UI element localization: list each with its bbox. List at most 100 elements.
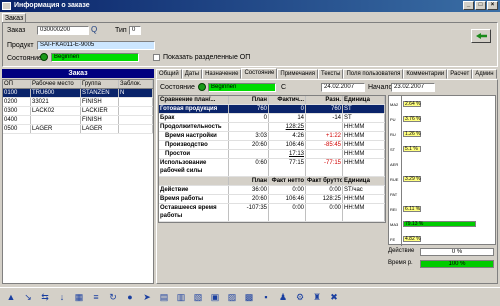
calendar-icon[interactable]: ▥: [174, 290, 188, 304]
table-row[interactable]: Простои 17:13 HH:MM: [159, 150, 385, 159]
cell: Готовая продукция: [159, 105, 229, 113]
go-button[interactable]: [471, 29, 491, 43]
chart-category-label: REI: [390, 207, 397, 212]
state-code: C: [281, 84, 287, 91]
export-icon[interactable]: ▪: [259, 290, 273, 304]
tab-notes[interactable]: Примечания: [277, 69, 319, 79]
tab-general[interactable]: Общий: [156, 69, 182, 79]
order-field[interactable]: 030000200: [37, 26, 89, 35]
chart-bar: 2.64 %: [403, 101, 421, 107]
cell: -14: [306, 114, 343, 122]
cell: FINISH: [81, 116, 119, 124]
grid-icon[interactable]: ▤: [157, 290, 171, 304]
tool-icon[interactable]: ↓: [55, 290, 69, 304]
users-icon[interactable]: ♟: [276, 290, 290, 304]
col-header[interactable]: Единица: [343, 177, 385, 185]
tab-calculation[interactable]: Расчет: [447, 69, 473, 79]
table-row[interactable]: Оставшееся время работы -107:35 0:00 0:00 HH…: [159, 204, 385, 222]
col-header[interactable]: Рабочее место: [31, 80, 81, 88]
layers-icon[interactable]: ≡: [89, 290, 103, 304]
tool-icon[interactable]: ↘: [21, 290, 35, 304]
refresh-icon[interactable]: ↻: [106, 290, 120, 304]
table-row[interactable]: Использование рабочей силы 0:60 77:15 -77:1…: [159, 159, 385, 177]
table-row[interactable]: Готовая продукция 760 0 760 ST: [159, 105, 385, 114]
tab-dates[interactable]: Даты: [181, 69, 203, 79]
arrow-icon[interactable]: ➤: [140, 290, 154, 304]
cell: 0: [269, 105, 306, 113]
split-icon[interactable]: ⇆: [38, 290, 52, 304]
close-button[interactable]: ×: [487, 1, 498, 10]
table-row[interactable]: Продолжительность 128:25 HH:MM: [159, 123, 385, 132]
show-split-label: Показать разделенные ОП: [163, 54, 251, 61]
worker-icon[interactable]: ♜: [310, 290, 324, 304]
col-header[interactable]: [159, 177, 229, 185]
cell: Время работы: [159, 195, 229, 203]
table-row[interactable]: 0100 TRU600 STANZEN N: [3, 89, 153, 98]
product-field[interactable]: SAI-FKA011-E-9005: [37, 41, 155, 50]
table-row[interactable]: 0500 LAGER LAGER: [3, 125, 153, 134]
table-row[interactable]: Время работы 20:60 106:46 128:25 HH:MM: [159, 195, 385, 204]
show-split-checkbox[interactable]: [153, 54, 160, 61]
tab-admin[interactable]: Админ: [472, 69, 497, 79]
cell: 0:60: [229, 159, 269, 176]
action-progress-bar: 0 %: [420, 248, 494, 256]
cell: 0300: [3, 107, 31, 115]
type-field[interactable]: 0: [129, 26, 141, 35]
table-row[interactable]: 0200 33021 FINISH: [3, 98, 153, 107]
col-header[interactable]: Факт нетто: [269, 177, 306, 185]
col-header[interactable]: Фактич...: [269, 96, 306, 104]
tab-texts[interactable]: Тексты: [318, 69, 344, 79]
col-header[interactable]: Факт брутто: [306, 177, 343, 185]
tab-state[interactable]: Состояние: [241, 68, 278, 79]
up-icon[interactable]: ▲: [4, 290, 18, 304]
col-header[interactable]: Группа: [81, 80, 119, 88]
cell: STANZEN: [81, 89, 119, 97]
minimize-button[interactable]: _: [463, 1, 474, 10]
tab-comments[interactable]: Комментарии: [403, 69, 448, 79]
table-row[interactable]: 0400 FINISH: [3, 116, 153, 125]
cell: 0100: [3, 89, 31, 97]
chart-category-label: PAT: [390, 192, 398, 197]
stop-icon[interactable]: ●: [123, 290, 137, 304]
table-row[interactable]: Брак 0 14 -14 ST: [159, 114, 385, 123]
cell: 0:00: [306, 204, 343, 221]
cell: +1:22: [306, 132, 343, 140]
state-bar: Состояние Beginnen C 24.02.2007 Начало 2…: [157, 82, 497, 94]
plan-actual-grid: Сравнение план/... План Фактич... Разн. Един…: [158, 95, 386, 223]
tab-assignment[interactable]: Назначение: [202, 69, 242, 79]
col-header[interactable]: ОП: [3, 80, 31, 88]
grid-header: Сравнение план/... План Фактич... Разн. Един…: [159, 96, 385, 105]
chart-category-label: AER: [390, 162, 399, 167]
col-header[interactable]: Заблок.: [119, 80, 153, 88]
print-icon[interactable]: ▣: [208, 290, 222, 304]
table-icon[interactable]: ▧: [191, 290, 205, 304]
time-label: Время р.: [388, 260, 413, 266]
schedule-icon[interactable]: ▦: [72, 290, 86, 304]
col-header[interactable]: Единица: [343, 96, 385, 104]
save-icon[interactable]: ▨: [225, 290, 239, 304]
col-header[interactable]: Разн.: [306, 96, 343, 104]
product-label: Продукт: [7, 42, 34, 49]
cell: [229, 123, 269, 131]
machine-icon[interactable]: ⚙: [293, 290, 307, 304]
cell: [119, 98, 153, 106]
table-row[interactable]: Производство 20:60 106:46 -85:45 HH:MM: [159, 141, 385, 150]
table-row[interactable]: 0300 LACK02 LACKIER: [3, 107, 153, 116]
cell: LAGER: [81, 125, 119, 133]
table-row[interactable]: Действие 36:00 0:00 0:00 ST/час: [159, 186, 385, 195]
copy-icon[interactable]: ▩: [242, 290, 256, 304]
cell: Время настройки: [159, 132, 229, 140]
tab-user-fields[interactable]: Поля пользователя: [343, 69, 404, 79]
col-header[interactable]: Сравнение план/...: [159, 96, 229, 104]
start-date-field[interactable]: 23.02.2007: [391, 83, 435, 92]
cell: 20:60: [229, 141, 269, 149]
end-date-field[interactable]: 24.02.2007: [321, 83, 365, 92]
search-icon[interactable]: Q: [91, 25, 97, 34]
table-row[interactable]: Время настройки 3:03 4:26 +1:22 HH:MM: [159, 132, 385, 141]
cell: Брак: [159, 114, 229, 122]
delete-user-icon[interactable]: ✖: [327, 290, 341, 304]
cell: [119, 125, 153, 133]
maximize-button[interactable]: □: [475, 1, 486, 10]
col-header[interactable]: План: [229, 177, 269, 185]
col-header[interactable]: План: [229, 96, 269, 104]
